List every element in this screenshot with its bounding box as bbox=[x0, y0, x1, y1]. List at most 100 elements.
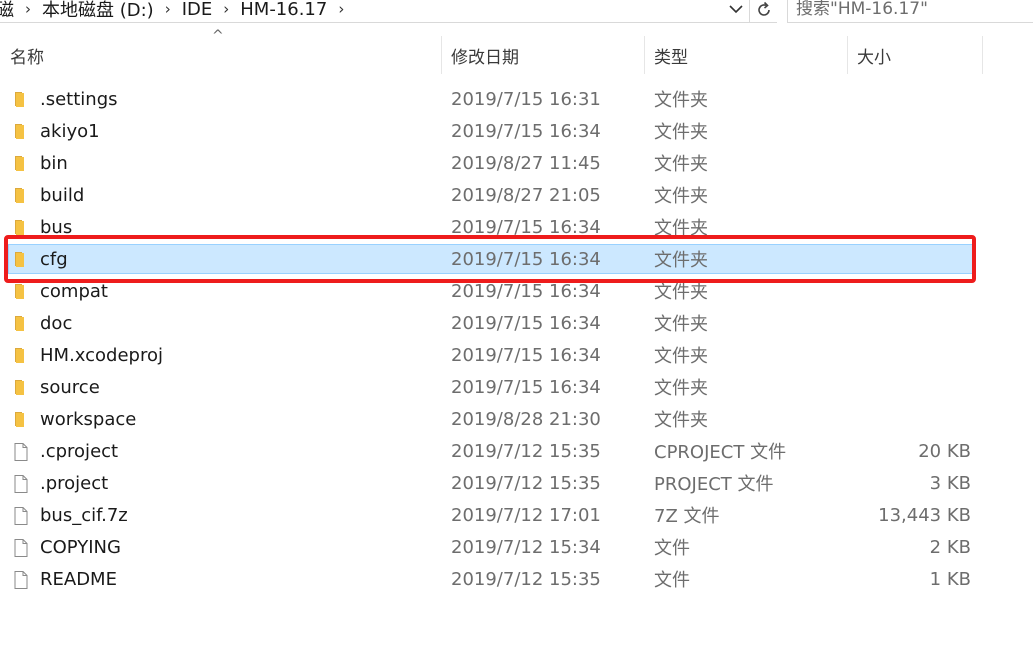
column-divider[interactable] bbox=[847, 36, 848, 74]
navigation-bar: 磁 › 本地磁盘 (D:) › IDE › HM-16.17 › bbox=[0, 0, 1033, 24]
folder-icon bbox=[12, 218, 30, 236]
file-row[interactable]: workspace 2019/8/28 21:30 文件夹 bbox=[0, 403, 1033, 435]
folder-icon bbox=[12, 186, 30, 204]
file-size: 3 KB bbox=[929, 472, 971, 494]
file-name: .project bbox=[40, 472, 109, 494]
breadcrumb-separator-icon[interactable]: › bbox=[165, 0, 171, 18]
folder-icon bbox=[12, 122, 30, 140]
file-type: 文件夹 bbox=[654, 154, 708, 175]
file-type: 文件 bbox=[654, 538, 690, 559]
file-modified-date: 2019/7/12 15:35 bbox=[451, 440, 601, 462]
file-modified-date: 2019/8/28 21:30 bbox=[451, 408, 601, 430]
file-type: 文件夹 bbox=[654, 314, 708, 335]
breadcrumb-separator-icon[interactable]: › bbox=[338, 0, 344, 18]
breadcrumb: 磁 › 本地磁盘 (D:) › IDE › HM-16.17 › bbox=[0, 0, 355, 21]
file-type: 7Z 文件 bbox=[654, 506, 720, 527]
file-modified-date: 2019/7/15 16:34 bbox=[451, 312, 601, 334]
file-name: workspace bbox=[40, 408, 137, 430]
file-name: akiyo1 bbox=[40, 120, 100, 142]
sort-ascending-icon: ^ bbox=[212, 28, 224, 44]
file-icon bbox=[12, 570, 30, 589]
file-type: 文件夹 bbox=[654, 378, 708, 399]
column-header-type[interactable]: 类型 bbox=[654, 36, 688, 74]
file-icon bbox=[12, 506, 30, 525]
file-name: build bbox=[40, 184, 85, 206]
file-modified-date: 2019/7/12 17:01 bbox=[451, 504, 601, 526]
highlight-box bbox=[4, 235, 976, 283]
column-header-date[interactable]: 修改日期 bbox=[451, 36, 519, 74]
search-input[interactable] bbox=[796, 0, 1026, 19]
breadcrumb-item-drive[interactable]: 本地磁盘 (D:) bbox=[42, 0, 154, 22]
file-modified-date: 2019/7/12 15:35 bbox=[451, 568, 601, 590]
file-name: .settings bbox=[40, 88, 118, 110]
breadcrumb-item-partial[interactable]: 磁 bbox=[0, 0, 14, 22]
file-name: HM.xcodeproj bbox=[40, 344, 163, 366]
file-row[interactable]: source 2019/7/15 16:34 文件夹 bbox=[0, 371, 1033, 403]
refresh-icon bbox=[757, 1, 770, 16]
file-row[interactable]: HM.xcodeproj 2019/7/15 16:34 文件夹 bbox=[0, 339, 1033, 371]
file-type: PROJECT 文件 bbox=[654, 474, 774, 495]
file-type: 文件夹 bbox=[654, 122, 708, 143]
breadcrumb-item-ide[interactable]: IDE bbox=[182, 0, 213, 20]
column-divider[interactable] bbox=[441, 36, 442, 74]
file-icon bbox=[12, 474, 30, 493]
file-row[interactable]: COPYING 2019/7/12 15:34 文件 2 KB bbox=[0, 531, 1033, 563]
breadcrumb-item-current[interactable]: HM-16.17 bbox=[240, 0, 327, 20]
folder-icon bbox=[12, 282, 30, 300]
folder-icon bbox=[12, 90, 30, 108]
file-modified-date: 2019/7/15 16:31 bbox=[451, 88, 601, 110]
file-list: .settings 2019/7/15 16:31 文件夹 akiyo1 2019/7/… bbox=[0, 83, 1033, 595]
file-row[interactable]: .settings 2019/7/15 16:31 文件夹 bbox=[0, 83, 1033, 115]
search-box[interactable] bbox=[787, 0, 1033, 23]
column-divider[interactable] bbox=[982, 36, 983, 74]
breadcrumb-separator-icon[interactable]: › bbox=[223, 0, 229, 18]
file-modified-date: 2019/7/15 16:34 bbox=[451, 344, 601, 366]
file-size: 13,443 KB bbox=[878, 504, 971, 526]
folder-icon bbox=[12, 314, 30, 332]
column-divider[interactable] bbox=[644, 36, 645, 74]
file-size: 20 KB bbox=[918, 440, 971, 462]
folder-icon bbox=[12, 346, 30, 364]
file-name: source bbox=[40, 376, 100, 398]
file-modified-date: 2019/7/15 16:34 bbox=[451, 120, 601, 142]
file-row[interactable]: doc 2019/7/15 16:34 文件夹 bbox=[0, 307, 1033, 339]
column-header: 名称 ^ 修改日期 类型 大小 bbox=[0, 28, 1033, 74]
breadcrumb-separator-icon[interactable]: › bbox=[25, 0, 31, 18]
file-name: .cproject bbox=[40, 440, 119, 462]
file-type: 文件 bbox=[654, 570, 690, 591]
file-row[interactable]: .cproject 2019/7/12 15:35 CPROJECT 文件 20 KB bbox=[0, 435, 1033, 467]
file-size: 1 KB bbox=[929, 568, 971, 590]
file-type: 文件夹 bbox=[654, 346, 708, 367]
file-modified-date: 2019/8/27 11:45 bbox=[451, 152, 601, 174]
file-row[interactable]: .project 2019/7/12 15:35 PROJECT 文件 3 KB bbox=[0, 467, 1033, 499]
column-header-name[interactable]: 名称 bbox=[10, 36, 44, 74]
file-name: README bbox=[40, 568, 117, 590]
file-modified-date: 2019/7/15 16:34 bbox=[451, 376, 601, 398]
file-row[interactable]: akiyo1 2019/7/15 16:34 文件夹 bbox=[0, 115, 1033, 147]
file-name: COPYING bbox=[40, 536, 121, 558]
refresh-button[interactable] bbox=[750, 0, 777, 23]
file-row[interactable]: build 2019/8/27 21:05 文件夹 bbox=[0, 179, 1033, 211]
file-type: 文件夹 bbox=[654, 186, 708, 207]
file-modified-date: 2019/8/27 21:05 bbox=[451, 184, 601, 206]
folder-icon bbox=[12, 378, 30, 396]
file-size: 2 KB bbox=[929, 536, 971, 558]
file-type: 文件夹 bbox=[654, 410, 708, 431]
file-icon bbox=[12, 538, 30, 557]
chevron-down-icon bbox=[729, 5, 743, 14]
column-header-size[interactable]: 大小 bbox=[857, 36, 891, 74]
file-name: bin bbox=[40, 152, 68, 174]
file-icon bbox=[12, 442, 30, 461]
file-type: 文件夹 bbox=[654, 90, 708, 111]
file-type: CPROJECT 文件 bbox=[654, 442, 787, 463]
folder-icon bbox=[12, 154, 30, 172]
file-row[interactable]: bin 2019/8/27 11:45 文件夹 bbox=[0, 147, 1033, 179]
file-name: doc bbox=[40, 312, 73, 334]
file-row[interactable]: README 2019/7/12 15:35 文件 1 KB bbox=[0, 563, 1033, 595]
file-name: bus_cif.7z bbox=[40, 504, 128, 526]
folder-icon bbox=[12, 410, 30, 428]
file-modified-date: 2019/7/12 15:35 bbox=[451, 472, 601, 494]
file-modified-date: 2019/7/12 15:34 bbox=[451, 536, 601, 558]
file-row[interactable]: bus_cif.7z 2019/7/12 17:01 7Z 文件 13,443 KB bbox=[0, 499, 1033, 531]
address-history-dropdown[interactable] bbox=[726, 0, 746, 19]
